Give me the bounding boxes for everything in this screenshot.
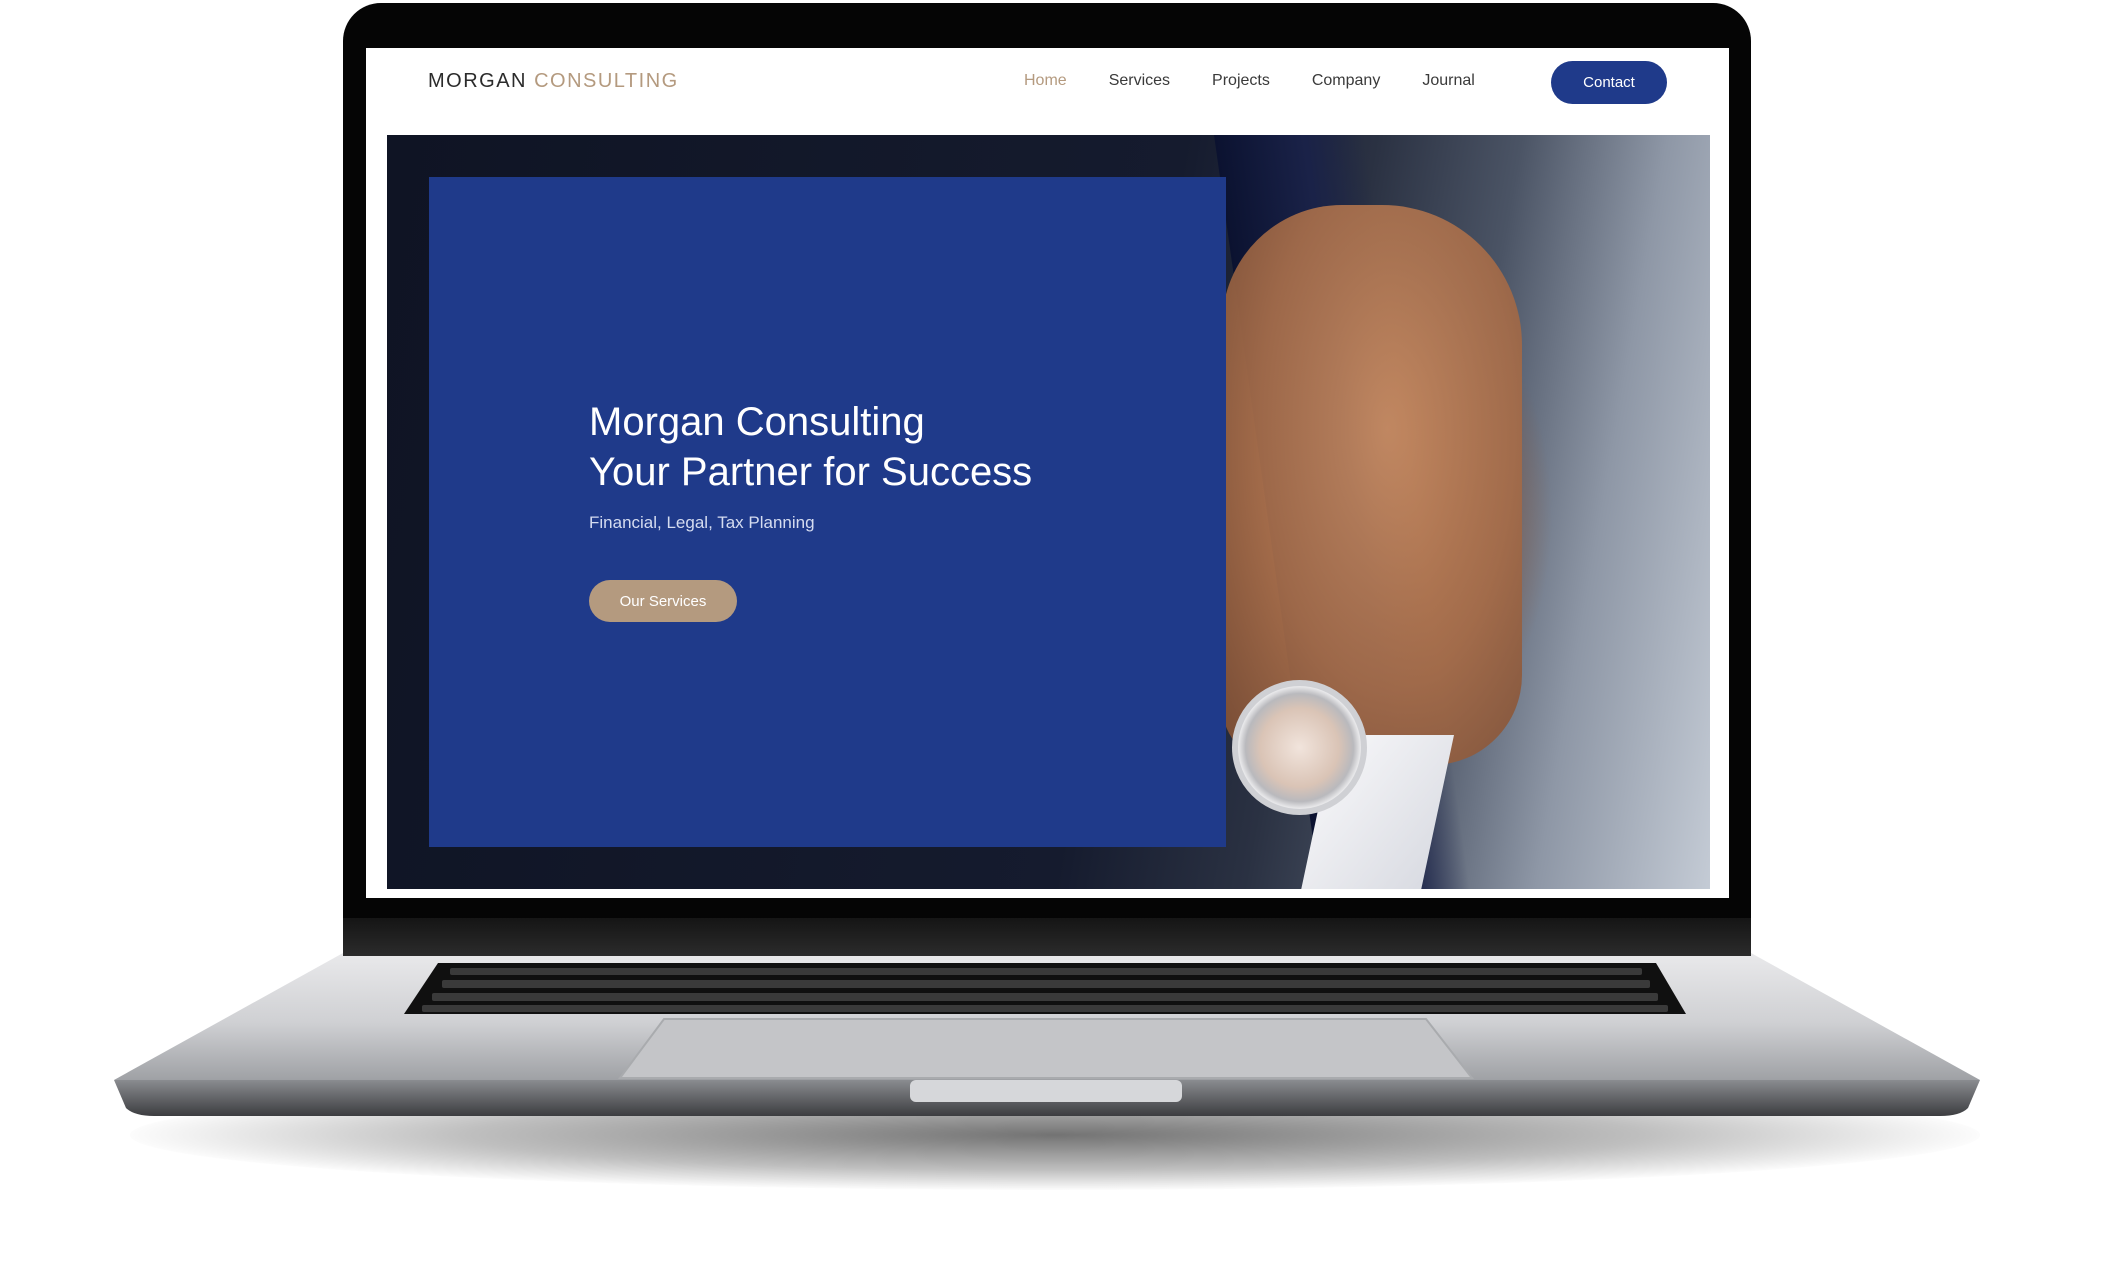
site-header: MORGAN CONSULTING Home Services Projects… (366, 48, 1729, 135)
logo-text-consulting: CONSULTING (534, 70, 679, 92)
hero-image-hand (1222, 205, 1522, 765)
logo-text-morgan: MORGAN (428, 70, 527, 92)
lid-opening-notch (910, 1080, 1182, 1102)
hero-panel: Morgan Consulting Your Partner for Succe… (429, 177, 1226, 847)
hero-subtitle: Financial, Legal, Tax Planning (589, 513, 815, 532)
hero-title-line-1: Morgan Consulting (589, 400, 925, 444)
hero-image-watch (1232, 680, 1367, 815)
hero-section: Morgan Consulting Your Partner for Succe… (387, 135, 1710, 889)
nav-item-home[interactable]: Home (1024, 72, 1067, 90)
hero-title: Morgan Consulting Your Partner for Succe… (589, 397, 1032, 497)
our-services-button[interactable]: Our Services (589, 580, 737, 622)
main-nav: Home Services Projects Company Journal (1024, 72, 1517, 90)
laptop-mockup-scene: MORGAN CONSULTING Home Services Projects… (0, 0, 2107, 1264)
contact-button[interactable]: Contact (1551, 61, 1667, 104)
trackpad (618, 1018, 1475, 1079)
laptop-screen: MORGAN CONSULTING Home Services Projects… (366, 48, 1729, 898)
nav-item-services[interactable]: Services (1109, 72, 1170, 90)
nav-item-projects[interactable]: Projects (1212, 72, 1270, 90)
nav-item-journal[interactable]: Journal (1422, 72, 1474, 90)
hero-title-line-2: Your Partner for Success (589, 450, 1033, 494)
laptop-hinge (343, 918, 1751, 956)
site-logo[interactable]: MORGAN CONSULTING (428, 70, 679, 93)
nav-item-company[interactable]: Company (1312, 72, 1380, 90)
